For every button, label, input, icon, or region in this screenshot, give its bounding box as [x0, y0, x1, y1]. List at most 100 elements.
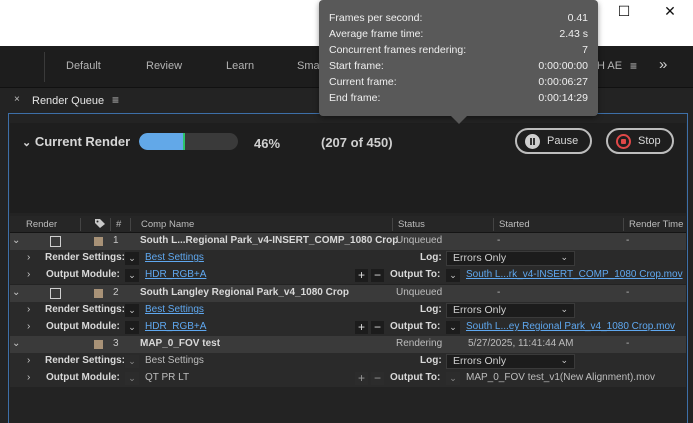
output-module-row: › Output Module: ⌄ HDR_RGB+A + − Output … [10, 319, 686, 336]
log-label: Log: [420, 304, 442, 315]
col-render-time[interactable]: Render Time [629, 219, 683, 230]
output-module-dropdown-icon[interactable]: ⌄ [125, 269, 139, 282]
log-label: Log: [420, 355, 442, 366]
workspace-overflow-icon[interactable]: » [659, 56, 667, 73]
render-checkbox[interactable] [50, 288, 61, 299]
log-label: Log: [420, 252, 442, 263]
item-status: Rendering [396, 338, 443, 349]
render-settings-link[interactable]: Best Settings [145, 304, 204, 315]
add-output-module-icon: + [355, 372, 368, 385]
tooltip-row-fps: Frames per second: 0.41 [329, 12, 588, 24]
workspace-small[interactable]: Sma [297, 60, 320, 72]
chevron-right-icon[interactable]: › [27, 372, 30, 383]
log-select[interactable]: Errors Only ⌄ [446, 303, 575, 318]
output-to-label: Output To: [390, 321, 441, 332]
log-select-value: Errors Only [453, 304, 507, 316]
close-panel-icon[interactable]: × [14, 94, 20, 105]
progress-percent: 46% [254, 136, 281, 151]
tooltip-row-concurrent-frames: Concurrent frames rendering: 7 [329, 44, 588, 56]
comp-name[interactable]: South L...Regional Park_v4-INSERT_COMP_1… [140, 235, 398, 246]
label-color-swatch[interactable] [94, 289, 103, 298]
chevron-right-icon[interactable]: › [27, 269, 30, 280]
workspace-review[interactable]: Review [146, 60, 182, 72]
workspace-divider [44, 52, 45, 82]
output-module-label: Output Module: [46, 321, 120, 332]
item-started: - [497, 235, 501, 246]
render-settings-dropdown-icon[interactable]: ⌄ [125, 252, 139, 265]
stop-button[interactable]: Stop [606, 128, 674, 154]
output-to-dropdown-icon[interactable]: ⌄ [446, 269, 460, 282]
label-color-swatch[interactable] [94, 340, 103, 349]
chevron-down-icon[interactable]: ⌄ [12, 235, 20, 246]
chevron-right-icon[interactable]: › [27, 304, 30, 315]
chevron-down-icon[interactable]: ⌄ [12, 287, 20, 298]
output-to-dropdown-icon[interactable]: ⌄ [446, 321, 460, 334]
chevron-right-icon[interactable]: › [27, 355, 30, 366]
pause-button[interactable]: Pause [515, 128, 592, 154]
stop-icon [616, 134, 631, 149]
render-settings-row: › Render Settings: ⌄ Best Settings Log: … [10, 302, 686, 319]
comp-name[interactable]: South Langley Regional Park_v4_1080 Crop [140, 287, 349, 298]
render-settings-label: Render Settings: [45, 304, 126, 315]
workspace-custom[interactable]: H AE [597, 60, 622, 72]
close-window-button[interactable]: ✕ [647, 0, 693, 24]
render-stats-tooltip: Frames per second: 0.41 Average frame tim… [319, 0, 598, 124]
tag-icon[interactable] [94, 218, 106, 232]
col-comp-name[interactable]: Comp Name [141, 219, 194, 230]
chevron-right-icon[interactable]: › [27, 321, 30, 332]
output-to-link[interactable]: South L...rk_v4-INSERT_COMP_1080 Crop.mo… [466, 269, 683, 280]
pause-icon [525, 134, 540, 149]
tooltip-row-avg-frame-time: Average frame time: 2.43 s [329, 28, 588, 40]
current-render-label[interactable]: ⌄ Current Render [22, 134, 130, 149]
output-to-label: Output To: [390, 372, 441, 383]
add-output-module-icon[interactable]: + [355, 321, 368, 334]
render-settings-row: › Render Settings: ⌄ Best Settings Log: … [10, 250, 686, 267]
panel-title[interactable]: Render Queue [32, 95, 104, 107]
output-module-label: Output Module: [46, 372, 120, 383]
log-select[interactable]: Errors Only ⌄ [446, 251, 575, 266]
output-module-link[interactable]: HDR_RGB+A [145, 269, 206, 280]
remove-output-module-icon[interactable]: − [371, 321, 384, 334]
panel-menu-icon[interactable]: ≡ [112, 93, 119, 107]
column-divider [493, 218, 494, 231]
label-color-swatch[interactable] [94, 237, 103, 246]
render-settings-dropdown-icon[interactable]: ⌄ [125, 304, 139, 317]
pause-label: Pause [547, 135, 579, 147]
item-number: 1 [113, 235, 119, 246]
output-module-dropdown-icon[interactable]: ⌄ [125, 321, 139, 334]
tooltip-row-end-frame: End frame: 0:00:14:29 [329, 92, 588, 104]
item-render-time: - [626, 338, 630, 349]
render-settings-link[interactable]: Best Settings [145, 252, 204, 263]
output-to-link[interactable]: South L...ey Regional Park_v4_1080 Crop.… [466, 321, 675, 332]
queue-item-row[interactable]: ⌄ 3 MAP_0_FOV test Rendering 5/27/2025, … [10, 336, 686, 353]
add-output-module-icon[interactable]: + [355, 269, 368, 282]
comp-name[interactable]: MAP_0_FOV test [140, 338, 220, 349]
chevron-down-icon[interactable]: ⌄ [22, 137, 31, 149]
col-render[interactable]: Render [26, 219, 57, 230]
item-render-time: - [626, 287, 630, 298]
chevron-down-icon[interactable]: ⌄ [12, 338, 20, 349]
workspace-learn[interactable]: Learn [226, 60, 254, 72]
render-settings-dropdown-icon: ⌄ [125, 355, 139, 368]
tooltip-row-current-frame: Current frame: 0:00:06:27 [329, 76, 588, 88]
chevron-right-icon[interactable]: › [27, 252, 30, 263]
remove-output-module-icon[interactable]: − [371, 269, 384, 282]
queue-column-header: Render # Comp Name Status Started Render… [10, 216, 686, 233]
column-divider [623, 218, 624, 231]
remove-output-module-icon: − [371, 372, 384, 385]
log-select-value: Errors Only [453, 355, 507, 367]
workspace-menu-icon[interactable]: ≡ [630, 59, 637, 73]
col-status[interactable]: Status [398, 219, 425, 230]
output-module-link[interactable]: HDR_RGB+A [145, 321, 206, 332]
maximize-button[interactable]: ☐ [601, 0, 647, 24]
render-progress-bar [139, 133, 238, 150]
workspace-default[interactable]: Default [66, 60, 101, 72]
item-started: - [497, 287, 501, 298]
output-to-label: Output To: [390, 269, 441, 280]
render-checkbox[interactable] [50, 236, 61, 247]
col-started[interactable]: Started [499, 219, 530, 230]
queue-item-row[interactable]: ⌄ 1 South L...Regional Park_v4-INSERT_CO… [10, 233, 686, 250]
render-settings-label: Render Settings: [45, 252, 126, 263]
queue-item-row[interactable]: ⌄ 2 South Langley Regional Park_v4_1080 … [10, 285, 686, 302]
col-number[interactable]: # [116, 219, 121, 230]
